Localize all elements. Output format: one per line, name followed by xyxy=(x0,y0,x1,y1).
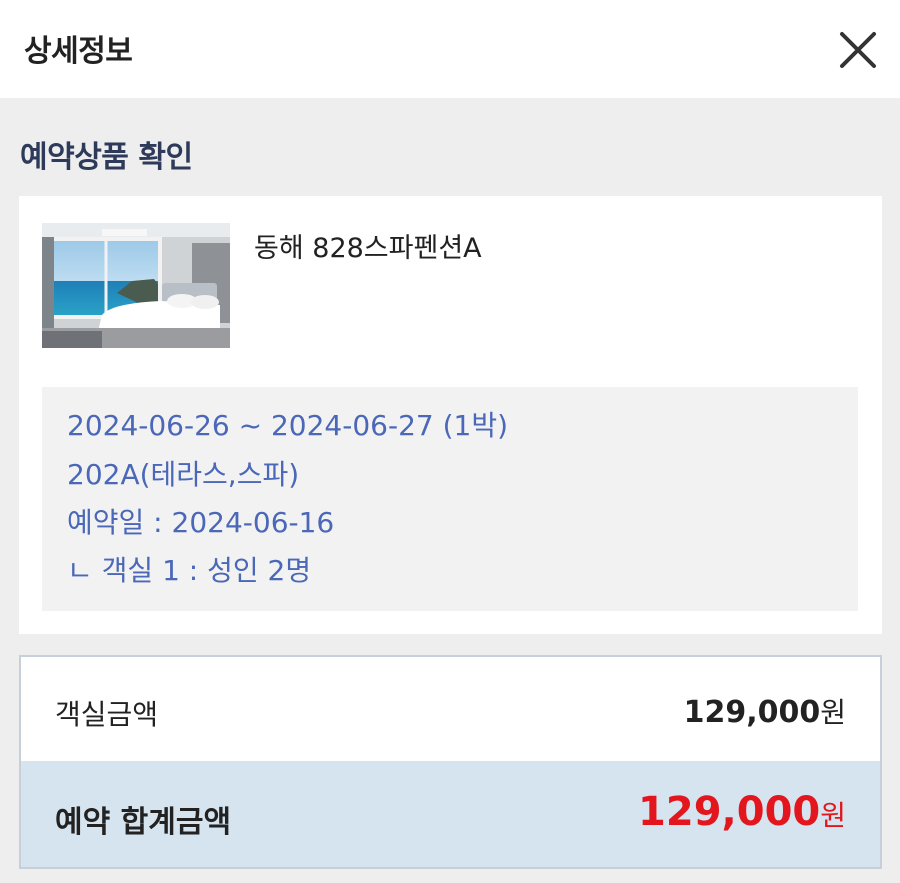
room-price-value: 129,000원 xyxy=(684,691,846,731)
room-price-row: 객실금액 129,000원 xyxy=(21,657,880,761)
room-price-label: 객실금액 xyxy=(55,698,159,731)
header-bar: 상세정보 xyxy=(0,0,900,98)
reservation-date: 예약일 : 2024-06-16 xyxy=(67,506,335,539)
section-title: 예약상품 확인 xyxy=(20,140,193,175)
total-price-value: 129,000원 xyxy=(638,789,846,835)
room-type: 202A(테라스,스파) xyxy=(67,458,300,491)
total-price-label: 예약 합계금액 xyxy=(55,805,232,840)
total-price-amount: 129,000 xyxy=(638,789,821,835)
booking-dates: 2024-06-26 ~ 2024-06-27 (1박) xyxy=(67,409,509,442)
room-price-amount: 129,000 xyxy=(683,695,821,730)
product-card: 동해 828스파펜션A 2024-06-26 ~ 2024-06-27 (1박)… xyxy=(19,196,882,634)
total-price-currency: 원 xyxy=(820,799,846,832)
close-icon xyxy=(840,32,876,68)
booking-info-box: 2024-06-26 ~ 2024-06-27 (1박) 202A(테라스,스파… xyxy=(42,387,858,611)
page-title: 상세정보 xyxy=(24,34,133,69)
product-name: 동해 828스파펜션A xyxy=(254,233,482,264)
room-photo xyxy=(42,223,230,348)
product-thumbnail[interactable] xyxy=(42,223,230,348)
close-button[interactable] xyxy=(836,28,880,72)
guest-info: ㄴ 객실 1 : 성인 2명 xyxy=(67,554,312,587)
room-price-currency: 원 xyxy=(820,696,846,729)
price-summary: 객실금액 129,000원 예약 합계금액 129,000원 xyxy=(19,655,882,869)
total-price-row: 예약 합계금액 129,000원 xyxy=(21,761,880,867)
